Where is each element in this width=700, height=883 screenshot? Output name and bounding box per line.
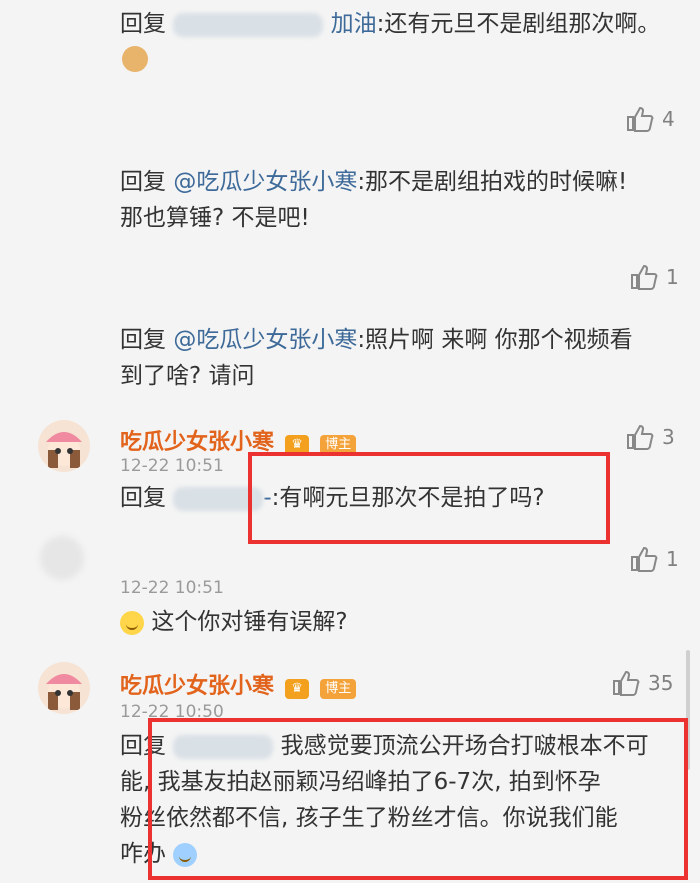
- timestamp: 12-22 10:51: [120, 578, 224, 598]
- blurred-username: [173, 12, 324, 37]
- timestamp: 12-22 10:51: [120, 456, 224, 476]
- doge-emoji: [122, 46, 148, 72]
- thumbs-up-icon: [627, 424, 654, 450]
- thumbs-up-icon: [627, 106, 654, 132]
- avatar-illustration: [46, 432, 82, 468]
- highlight-box: [148, 718, 688, 880]
- mention-link[interactable]: @吃瓜少女张小寒: [173, 169, 357, 195]
- comment-3-text: 回复 @吃瓜少女张小寒:照片啊 来啊 你那个视频看 到了啥? 请问: [120, 327, 633, 389]
- avatar-illustration: [46, 674, 82, 710]
- like-button[interactable]: 4: [626, 106, 675, 132]
- like-count: 3: [662, 425, 675, 449]
- highlight-box: [248, 452, 610, 544]
- like-button[interactable]: 1: [630, 546, 679, 572]
- blogger-badge: 博主: [320, 678, 357, 699]
- author-name[interactable]: 吃瓜少女张小寒: [120, 674, 274, 699]
- like-count: 4: [662, 107, 675, 131]
- like-count: 35: [648, 671, 674, 695]
- like-button[interactable]: 3: [626, 424, 675, 450]
- blurred-avatar: [40, 536, 84, 580]
- comment-1-text: 回复 加油:还有元旦不是剧组那次啊。: [120, 11, 661, 37]
- thumbs-up-icon: [631, 546, 658, 572]
- like-count: 1: [666, 265, 679, 289]
- avatar[interactable]: [38, 420, 90, 472]
- mention-link[interactable]: @吃瓜少女张小寒: [173, 327, 357, 353]
- thumbs-up-icon: [631, 264, 658, 290]
- like-button[interactable]: 1: [630, 264, 679, 290]
- comment-5-text: 这个你对锤有误解?: [120, 604, 620, 640]
- comment-2-text: 回复 @吃瓜少女张小寒:那不是剧组拍戏的时候嘛! 那也算锤? 不是吧!: [120, 169, 628, 231]
- avatar[interactable]: [38, 662, 90, 714]
- like-button[interactable]: 35: [612, 670, 673, 696]
- comment-header: 吃瓜少女张小寒 ♛ 博主: [120, 668, 357, 700]
- crown-icon: ♛: [285, 678, 310, 699]
- laughing-emoji: [120, 610, 144, 635]
- thumbs-up-icon: [613, 670, 640, 696]
- like-count: 1: [666, 547, 679, 571]
